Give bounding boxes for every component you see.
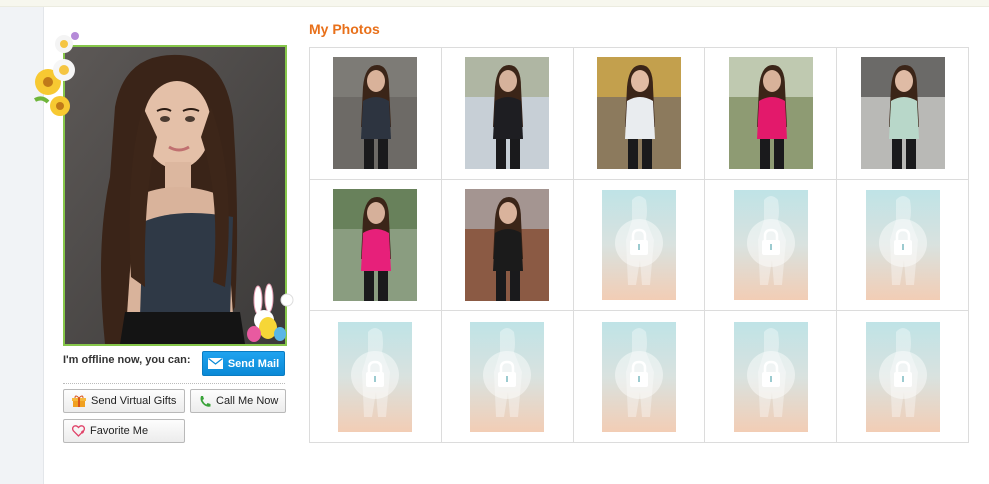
locked-photo-cell[interactable] [573, 179, 706, 312]
locked-photo-cell[interactable] [441, 311, 574, 443]
photo-thumbnail[interactable] [860, 57, 945, 170]
photo-thumbnail[interactable] [596, 57, 681, 170]
photo-cell[interactable] [310, 179, 442, 312]
lock-icon [614, 327, 663, 417]
lock-icon [746, 327, 795, 417]
locked-photo-cell[interactable] [837, 179, 969, 312]
locked-photo-cell[interactable] [705, 179, 838, 312]
photo-cell[interactable] [441, 48, 574, 180]
top-strip [0, 0, 989, 7]
offline-status-text: I'm offline now, you can: [63, 354, 191, 366]
call-me-now-button[interactable]: Call Me Now [190, 389, 286, 413]
send-virtual-gifts-button[interactable]: Send Virtual Gifts [63, 389, 185, 413]
locked-photo-placeholder[interactable] [601, 189, 676, 300]
locked-photo-placeholder[interactable] [601, 321, 676, 432]
photo-cell[interactable] [441, 179, 574, 312]
locked-photo-placeholder[interactable] [733, 189, 808, 300]
send-virtual-gifts-label: Send Virtual Gifts [91, 395, 177, 407]
favorite-me-label: Favorite Me [90, 425, 149, 437]
send-mail-label: Send Mail [227, 357, 280, 370]
phone-icon [200, 395, 211, 407]
photo-cell[interactable] [837, 48, 969, 180]
locked-photo-cell[interactable] [837, 311, 969, 443]
photo-thumbnail[interactable] [333, 188, 418, 301]
locked-photo-placeholder[interactable] [338, 321, 413, 432]
lock-icon [351, 327, 400, 417]
photo-thumbnail[interactable] [728, 57, 813, 170]
locked-photo-cell[interactable] [310, 311, 442, 443]
photo-cell[interactable] [573, 48, 706, 180]
locked-photo-placeholder[interactable] [733, 321, 808, 432]
heart-icon [72, 425, 85, 437]
lock-icon [614, 195, 663, 285]
lock-icon [878, 327, 927, 417]
locked-photo-placeholder[interactable] [865, 321, 940, 432]
photo-thumbnail[interactable] [465, 188, 550, 301]
photo-thumbnail[interactable] [333, 57, 418, 170]
lock-icon [746, 195, 795, 285]
call-me-now-label: Call Me Now [216, 395, 279, 407]
locked-photo-placeholder[interactable] [865, 189, 940, 300]
photo-thumbnail[interactable] [465, 57, 550, 170]
photo-cell[interactable] [705, 48, 838, 180]
my-photos-title: My Photos [309, 21, 380, 37]
flower-decoration-icon [34, 32, 79, 116]
locked-photo-placeholder[interactable] [470, 321, 545, 432]
locked-photo-cell[interactable] [705, 311, 838, 443]
send-mail-button[interactable]: Send Mail [202, 351, 285, 376]
easter-bunny-icon [247, 283, 294, 342]
envelope-icon [207, 358, 223, 369]
lock-icon [878, 195, 927, 285]
divider [63, 383, 285, 384]
lock-icon [483, 327, 532, 417]
photo-grid [309, 47, 969, 443]
favorite-me-button[interactable]: Favorite Me [63, 419, 185, 443]
locked-photo-cell[interactable] [573, 311, 706, 443]
gift-icon [72, 395, 86, 407]
photo-cell[interactable] [310, 48, 442, 180]
